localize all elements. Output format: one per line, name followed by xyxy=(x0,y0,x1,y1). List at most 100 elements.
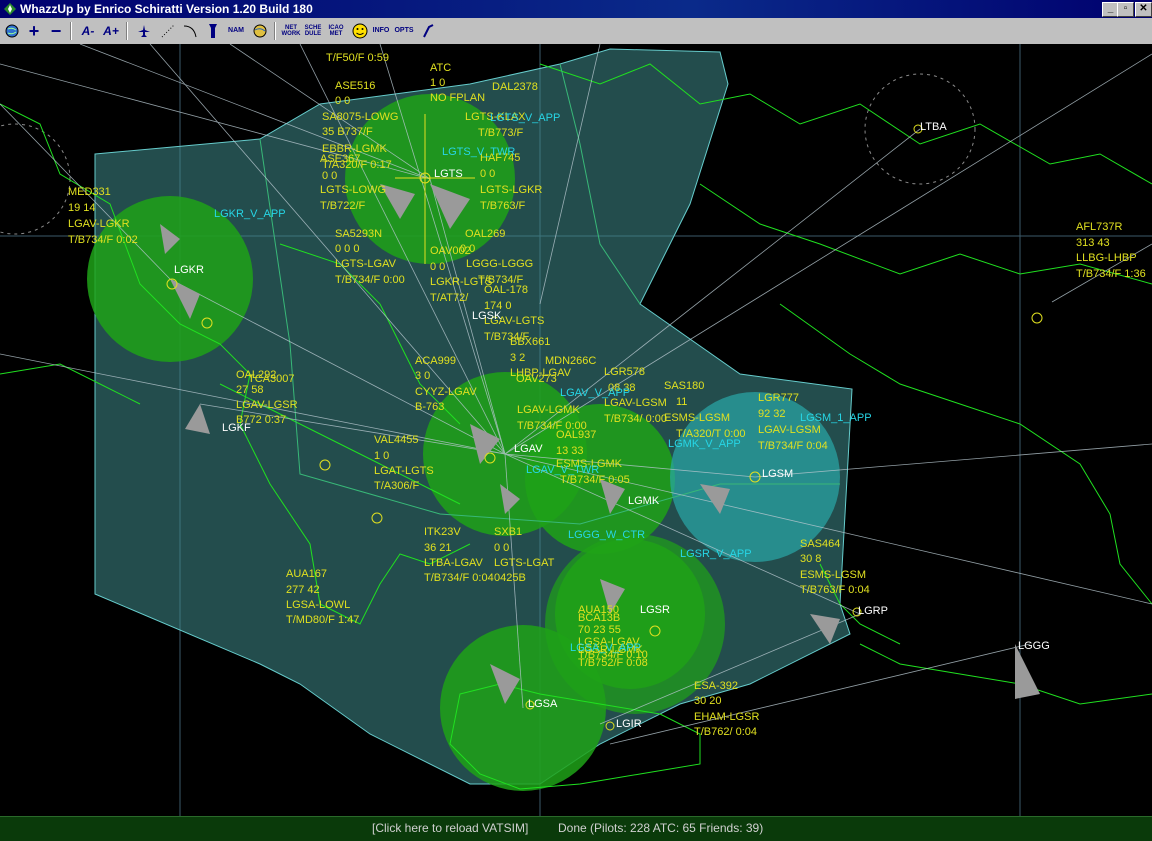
airport-label-lgkr[interactable]: LGKR xyxy=(174,264,204,277)
flight-label[interactable]: LGTS-LGAT xyxy=(494,557,554,570)
zoom-out-button[interactable]: − xyxy=(46,21,66,41)
radar-map[interactable]: T/F50/F 0:59 ATC 1 0 NO FPLAN ASE516 0 0… xyxy=(0,44,1152,816)
controller-label[interactable]: LGKR_V_APP xyxy=(214,208,286,221)
flight-label[interactable]: LGGG-LGGG xyxy=(466,258,533,271)
flight-label[interactable]: ESMS-LGSM xyxy=(664,412,730,425)
flight-label[interactable]: LGTS-LGKR xyxy=(480,184,542,197)
dotted-route-icon[interactable] xyxy=(158,21,178,41)
flight-label[interactable]: T/MD80/F 1:47 xyxy=(286,614,359,627)
flight-label[interactable]: AFL737R xyxy=(1076,221,1122,234)
flight-label[interactable]: ITK23V xyxy=(424,526,461,539)
flight-label[interactable]: LGAV-LGSR xyxy=(236,399,298,412)
icao-met-button[interactable]: ICAO MET xyxy=(325,21,347,41)
flight-label[interactable]: 0 0 xyxy=(322,170,337,183)
flight-label[interactable]: LGTS-LOWG xyxy=(320,184,386,197)
controller-label[interactable]: LGMK_V_APP xyxy=(668,438,741,451)
flight-label[interactable]: T/B734/F 0:04 xyxy=(758,440,828,453)
flight-label[interactable]: 92 32 xyxy=(758,408,786,421)
flight-label[interactable]: EHAM-LGSR xyxy=(694,711,759,724)
zoom-in-button[interactable]: + xyxy=(24,21,44,41)
controller-label[interactable]: LGSA_V_APP xyxy=(570,642,641,655)
flight-label[interactable]: 30 8 xyxy=(800,553,821,566)
airport-label-lgsr[interactable]: LGSR xyxy=(640,604,670,617)
airport-label-lgkf[interactable]: LGKF xyxy=(222,422,251,435)
flight-label[interactable]: LGAV-LGMK xyxy=(517,404,580,417)
flight-label[interactable]: T/B762/ 0:04 xyxy=(694,726,757,739)
flight-label[interactable]: T/B773/F xyxy=(478,127,523,140)
flight-label[interactable]: ESMS-LGSM xyxy=(800,569,866,582)
curve-route-icon[interactable] xyxy=(180,21,200,41)
flight-label[interactable]: T/B734/ 0:00 xyxy=(604,413,667,426)
flight-label[interactable]: T/AT72/ xyxy=(430,292,468,305)
flight-label[interactable]: 0425B xyxy=(494,572,526,585)
flight-label[interactable]: OAL269 xyxy=(465,228,505,241)
network-button[interactable]: NET WORK xyxy=(280,21,302,41)
flight-label[interactable]: B-763 xyxy=(415,401,444,414)
flight-label[interactable]: LGAT-LGTS xyxy=(374,465,434,478)
flight-label[interactable]: ATC xyxy=(430,62,451,75)
controller-label[interactable]: LGAV_V_TWR xyxy=(526,464,599,477)
flight-label[interactable]: LGAV-LGSM xyxy=(758,424,821,437)
info-button[interactable]: INFO xyxy=(370,21,392,41)
flight-label[interactable]: LGR578 xyxy=(604,366,645,379)
airport-label-lgts[interactable]: LGTS xyxy=(434,168,463,181)
flight-label[interactable]: ASE516 xyxy=(335,80,375,93)
flight-label[interactable]: AUA167 xyxy=(286,568,327,581)
flight-label[interactable]: 1 0 xyxy=(374,450,389,463)
flight-label[interactable]: 30 20 xyxy=(694,695,722,708)
font-larger-button[interactable]: A+ xyxy=(101,21,121,41)
flight-label[interactable]: CYYZ-LGAV xyxy=(415,386,477,399)
flight-label[interactable]: ESA-392 xyxy=(694,680,738,693)
flight-label[interactable]: 19 14 xyxy=(68,202,96,215)
airport-label-lgmk[interactable]: LGMK xyxy=(628,495,659,508)
flight-label[interactable]: LLBG-LHBP xyxy=(1076,252,1137,265)
flight-label[interactable]: 35 B737/F xyxy=(322,126,373,139)
flight-label[interactable]: LTBA-LGAV xyxy=(424,557,483,570)
airport-label-lgir[interactable]: LGIR xyxy=(616,718,642,731)
flight-label[interactable]: DAL2378 xyxy=(492,81,538,94)
controller-label[interactable]: LGGG_W_CTR xyxy=(568,529,645,542)
flight-label[interactable]: 313 43 xyxy=(1076,237,1110,250)
flight-label[interactable]: LGTS-LGAV xyxy=(335,258,396,271)
flight-label[interactable]: 0 0 xyxy=(430,261,445,274)
flight-label[interactable]: 0 0 xyxy=(335,95,350,108)
flight-label[interactable]: LGSA-LOWL xyxy=(286,599,350,612)
flight-label[interactable]: T/B734/F 0:04 xyxy=(424,572,494,585)
flight-label[interactable]: OAL937 xyxy=(556,429,596,442)
globe-icon[interactable] xyxy=(2,21,22,41)
flight-label[interactable]: 0 0 xyxy=(480,168,495,181)
flight-label[interactable]: SA5293N xyxy=(335,228,382,241)
flight-label[interactable]: SAS180 xyxy=(664,380,704,393)
flight-label[interactable]: OAV273 xyxy=(516,373,557,386)
flight-label[interactable]: T/B763/F xyxy=(480,200,525,213)
airport-label-lgsm[interactable]: LGSM xyxy=(762,468,793,481)
maximize-button[interactable]: ▫ xyxy=(1117,2,1134,17)
flight-label[interactable]: T/A306/F xyxy=(374,480,419,493)
airport-label-lgav[interactable]: LGAV xyxy=(514,443,543,456)
pin-icon[interactable] xyxy=(418,21,438,41)
flight-label[interactable]: NO FPLAN xyxy=(430,92,485,105)
world-icon[interactable] xyxy=(250,21,270,41)
flight-label[interactable]: ACA999 xyxy=(415,355,456,368)
flight-label[interactable]: MED331 xyxy=(68,186,111,199)
flight-label[interactable]: 0 0 0 xyxy=(335,243,359,256)
opts-button[interactable]: OPTS xyxy=(393,21,415,41)
tower-icon[interactable] xyxy=(203,21,223,41)
flight-label[interactable]: BBX661 xyxy=(510,336,550,349)
flight-label[interactable]: SA8075-LOWG xyxy=(322,111,398,124)
flight-label[interactable]: T/B763/F 0:04 xyxy=(800,584,870,597)
controller-label[interactable]: LGSR_V_APP xyxy=(680,548,752,561)
reload-vatsim-link[interactable]: [Click here to reload VATSIM] xyxy=(372,817,528,839)
nam-button[interactable]: NAM xyxy=(225,21,247,41)
flight-label[interactable]: 277 42 xyxy=(286,584,320,597)
airplane-icon[interactable] xyxy=(134,21,154,41)
flight-label[interactable]: 3 2 xyxy=(510,352,525,365)
airport-label-lggg[interactable]: LGGG xyxy=(1018,640,1050,653)
controller-label[interactable]: LGTS_V_TWR xyxy=(442,146,515,159)
flight-label[interactable]: T/B734/F 0:02 xyxy=(68,234,138,247)
flight-label[interactable]: 0 0 xyxy=(460,243,475,256)
controller-label[interactable]: LGAV_V_APP xyxy=(560,387,630,400)
flight-label[interactable]: T/F50/F 0:59 xyxy=(326,52,389,65)
flight-label[interactable]: SAS464 xyxy=(800,538,840,551)
flight-label[interactable]: 3 0 xyxy=(415,370,430,383)
